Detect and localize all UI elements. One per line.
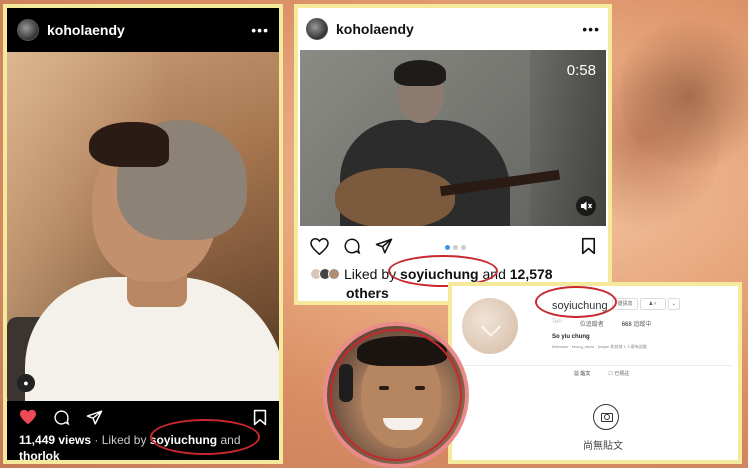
post-header: koholaendy •••: [7, 8, 279, 52]
username[interactable]: koholaendy: [336, 21, 414, 37]
empty-state-text: 尚無貼文: [583, 441, 623, 452]
following-label[interactable]: 追蹤中: [633, 322, 651, 328]
avatar[interactable]: [306, 18, 328, 40]
more-button[interactable]: ⌄: [668, 298, 680, 310]
profile-avatar[interactable]: [462, 298, 518, 354]
avatar[interactable]: [17, 19, 39, 41]
camera-icon: [593, 404, 619, 430]
post-header: koholaendy •••: [298, 8, 608, 50]
bookmark-icon[interactable]: [253, 409, 267, 426]
username[interactable]: koholaendy: [47, 22, 125, 38]
liked-by-others[interactable]: others: [346, 285, 389, 301]
bookmark-icon[interactable]: [581, 237, 596, 255]
share-icon[interactable]: [375, 237, 393, 255]
carousel-dots: [445, 245, 466, 250]
background-blur: [620, 10, 748, 180]
liked-by-more[interactable]: thorlok: [19, 449, 60, 460]
share-icon[interactable]: [86, 409, 103, 426]
following-count[interactable]: 668: [622, 322, 632, 328]
views-count[interactable]: 11,449 views: [19, 433, 91, 447]
profile-tabs: ▦ 貼文 ☐ 已標註: [574, 370, 629, 377]
post-video[interactable]: 0:58: [300, 50, 606, 226]
profile-stats: Ten 位追蹤者 668 追蹤中: [552, 319, 651, 328]
posts-count: Ten: [552, 319, 562, 325]
tab-posts[interactable]: ▦ 貼文: [574, 370, 590, 377]
liked-by-prefix: · Liked by: [94, 433, 147, 447]
heart-icon[interactable]: [310, 237, 329, 255]
video-time: 0:58: [566, 62, 596, 79]
left-post: koholaendy ••• ● 11,449 views · Liked by…: [3, 4, 283, 464]
highlight-ellipse: [535, 286, 617, 318]
comment-icon[interactable]: [53, 409, 70, 426]
divider: [462, 365, 732, 366]
inset-photo: [323, 322, 469, 468]
profile-name: So yiu chung: [552, 334, 590, 340]
tag-icon[interactable]: ●: [17, 374, 35, 392]
liked-by-count[interactable]: 12,578: [510, 266, 553, 282]
comment-icon[interactable]: [343, 237, 361, 255]
mute-icon[interactable]: [576, 196, 596, 216]
more-options-icon[interactable]: •••: [582, 21, 600, 37]
followed-by[interactable]: finkmann · keung_show · jimyan 和其他 1 人都有…: [552, 344, 647, 350]
liker-avatars: [310, 268, 340, 280]
more-options-icon[interactable]: •••: [251, 22, 269, 38]
post-photo[interactable]: ●: [7, 52, 279, 401]
highlight-ellipse: [150, 419, 260, 455]
tab-tagged[interactable]: ☐ 已標註: [608, 370, 629, 377]
heart-icon[interactable]: [19, 409, 37, 425]
followers-label[interactable]: 位追蹤者: [580, 319, 604, 328]
follow-button[interactable]: ♟✓: [640, 298, 666, 310]
